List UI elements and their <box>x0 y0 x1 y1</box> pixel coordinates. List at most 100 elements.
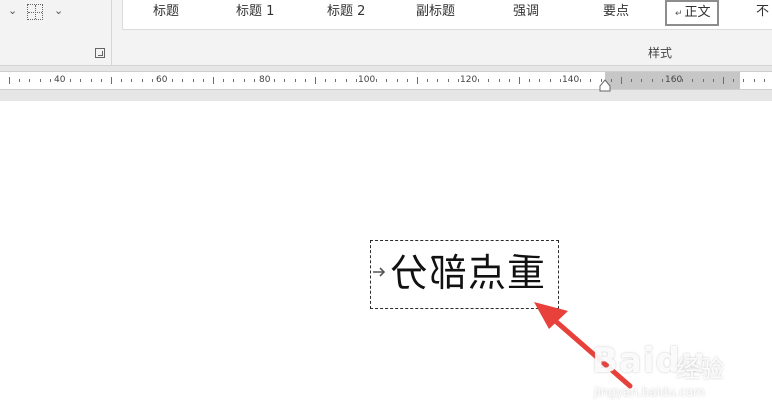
ruler-ticks <box>0 72 772 89</box>
ruler-tick <box>121 79 122 82</box>
ruler-tick <box>488 79 489 82</box>
style-normal-label: 正文 <box>684 5 711 20</box>
ruler-label-40: 40 <box>54 75 66 85</box>
ruler-tick <box>70 79 71 82</box>
ruler-tick <box>437 79 438 82</box>
ruler-tick <box>550 79 551 82</box>
indent-marker-icon[interactable] <box>599 79 611 93</box>
ruler-tick <box>315 77 316 84</box>
style-normal-selected[interactable]: ↵ 正文 <box>665 0 719 26</box>
ruler-tick <box>743 79 744 82</box>
ruler-tick <box>723 77 724 84</box>
style-title[interactable]: 标题 <box>153 3 179 25</box>
ruler-tick <box>641 79 642 82</box>
paragraph-group: ⌄ ⌄ <box>0 0 112 66</box>
chevron-down-icon[interactable]: ⌄ <box>8 4 17 17</box>
ruler-tick <box>458 79 459 82</box>
ruler-tick <box>397 79 398 82</box>
ruler-tick <box>376 79 377 82</box>
ruler-tick <box>213 77 214 84</box>
ruler-tick <box>560 79 561 82</box>
style-key-point[interactable]: 要点 <box>603 3 629 25</box>
watermark-suffix: 经验 <box>676 355 724 383</box>
ruler-tick <box>325 79 326 82</box>
ruler-tick <box>203 79 204 82</box>
text-box[interactable]: 重点部分 <box>370 240 559 309</box>
ruler-tick <box>529 79 530 82</box>
ruler-tick <box>764 79 765 82</box>
ruler-label-60: 60 <box>156 75 168 85</box>
ruler-tick <box>539 79 540 82</box>
ruler-tick <box>19 79 20 82</box>
ruler-tick <box>417 77 418 84</box>
ruler-tick <box>101 79 102 82</box>
ruler-tick <box>142 79 143 82</box>
ruler-tick <box>40 79 41 82</box>
chevron-down-icon[interactable]: ⌄ <box>54 4 63 17</box>
ruler-label-160: 160 <box>665 75 683 85</box>
ruler-tick <box>580 79 581 82</box>
ruler-tick <box>284 79 285 82</box>
ruler-tick <box>295 79 296 82</box>
ruler-tick <box>703 79 704 82</box>
ruler-tick <box>346 79 347 82</box>
ruler-tick <box>244 79 245 82</box>
paragraph-arrow-icon <box>373 267 386 277</box>
ruler-tick <box>223 79 224 82</box>
dialog-launcher-icon[interactable] <box>95 48 105 58</box>
ruler-label-140: 140 <box>562 75 580 85</box>
ruler-tick <box>478 79 479 82</box>
ruler-tick <box>754 79 755 82</box>
style-heading-1[interactable]: 标题 1 <box>236 3 274 25</box>
ruler-tick <box>509 79 510 82</box>
ruler-tick <box>631 79 632 82</box>
baidu-watermark: Baidu 经验 jingyan.baidu.com <box>588 335 748 405</box>
ruler-label-120: 120 <box>460 75 478 85</box>
ruler-tick <box>386 79 387 82</box>
horizontal-ruler[interactable]: 40 60 80 100 120 140 160 <box>0 71 772 90</box>
ruler-tick <box>80 79 81 82</box>
ruler-tick <box>305 79 306 82</box>
ruler-tick <box>172 79 173 82</box>
ruler-tick <box>233 79 234 82</box>
ruler-tick <box>193 79 194 82</box>
style-emphasis[interactable]: 强调 <box>513 3 539 25</box>
ruler-tick <box>499 79 500 82</box>
style-subtitle[interactable]: 副标题 <box>416 3 455 25</box>
mirrored-text[interactable]: 重点部分 <box>389 250 545 296</box>
ruler-tick <box>713 79 714 82</box>
ruler-tick <box>611 79 612 82</box>
ruler-tick <box>254 79 255 82</box>
ruler-tick <box>407 79 408 82</box>
ruler-tick <box>9 77 10 84</box>
ruler-tick <box>182 79 183 82</box>
style-more-partial[interactable]: 不 <box>756 3 769 25</box>
ruler-tick <box>111 77 112 84</box>
styles-group-label: 样式 <box>648 46 673 60</box>
style-heading-2[interactable]: 标题 2 <box>327 3 365 25</box>
ruler-tick <box>427 79 428 82</box>
ruler-tick <box>621 77 622 84</box>
watermark-url: jingyan.baidu.com <box>594 385 705 399</box>
ruler-tick <box>692 79 693 82</box>
ruler-tick <box>590 79 591 82</box>
ribbon: ⌄ ⌄ 标题 标题 1 标题 2 副标题 强调 要点 ↵ 正文 不 样式 <box>0 0 772 66</box>
styles-gallery: 标题 标题 1 标题 2 副标题 强调 要点 ↵ 正文 不 <box>122 0 772 30</box>
ruler-tick <box>50 79 51 82</box>
ruler-tick <box>29 79 30 82</box>
ruler-tick <box>356 79 357 82</box>
ruler-tick <box>652 79 653 82</box>
paragraph-mark-icon: ↵ <box>675 9 683 19</box>
ruler-tick <box>152 79 153 82</box>
ruler-tick <box>662 79 663 82</box>
ruler-tick <box>335 79 336 82</box>
ruler-tick <box>131 79 132 82</box>
ruler-tick <box>274 79 275 82</box>
borders-icon[interactable] <box>27 4 43 20</box>
ruler-tick <box>448 79 449 82</box>
ruler-tick <box>733 79 734 82</box>
ruler-label-100: 100 <box>358 75 376 85</box>
ruler-label-80: 80 <box>259 75 271 85</box>
ruler-tick <box>519 77 520 84</box>
ruler-tick <box>91 79 92 82</box>
